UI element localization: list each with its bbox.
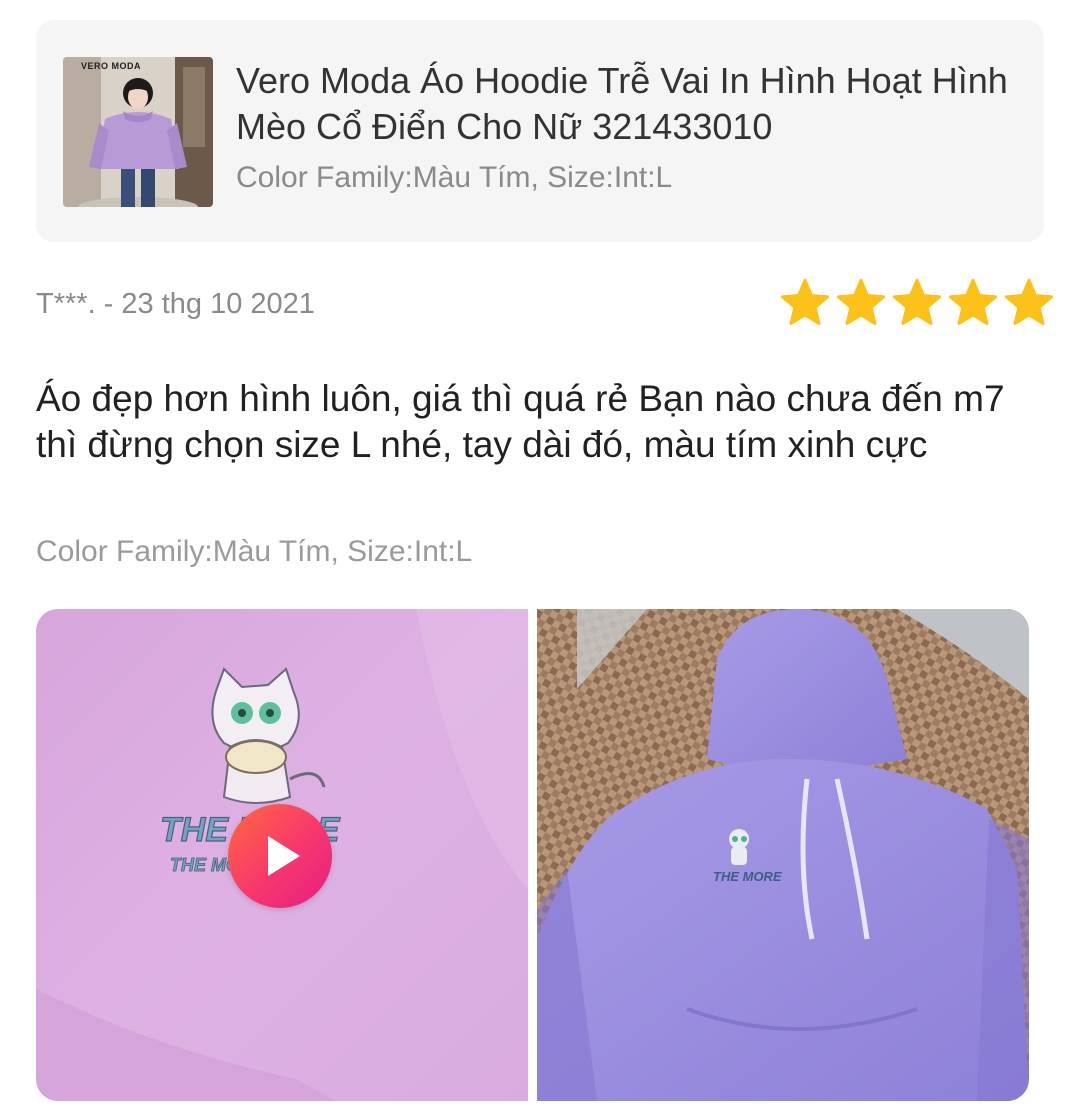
review-text: Áo đẹp hơn hình luôn, giá thì quá rẻ Bạn…: [36, 378, 1005, 465]
star-icon: [1004, 278, 1054, 326]
play-button[interactable]: [228, 804, 332, 908]
review-photo-image: THE MORE: [537, 609, 1029, 1101]
review-variant: Color Family:Màu Tím, Size:Int:L: [36, 535, 473, 568]
review-photo[interactable]: THE MORE: [537, 609, 1029, 1101]
review-video[interactable]: THE MORE THE MORE: [36, 609, 528, 1101]
star-icon: [892, 278, 942, 326]
product-thumbnail-image: [63, 57, 213, 207]
print-text: THE MORE: [713, 869, 782, 884]
product-thumbnail[interactable]: VERO MODA: [63, 57, 213, 207]
product-title[interactable]: Vero Moda Áo Hoodie Trễ Vai In Hình Hoạt…: [236, 58, 1026, 150]
play-icon: [268, 836, 300, 876]
rating-stars: [778, 276, 1056, 330]
review-author-date: T***. - 23 thg 10 2021: [36, 288, 315, 320]
star-icon: [780, 278, 830, 326]
thumbnail-brand-text: VERO MODA: [81, 61, 142, 71]
star-icon: [836, 278, 886, 326]
product-variant: Color Family:Màu Tím, Size:Int:L: [236, 161, 673, 194]
star-icon: [948, 278, 998, 326]
product-card[interactable]: VERO MODA Vero Moda Áo Hoodie Trễ Vai In…: [36, 20, 1044, 242]
